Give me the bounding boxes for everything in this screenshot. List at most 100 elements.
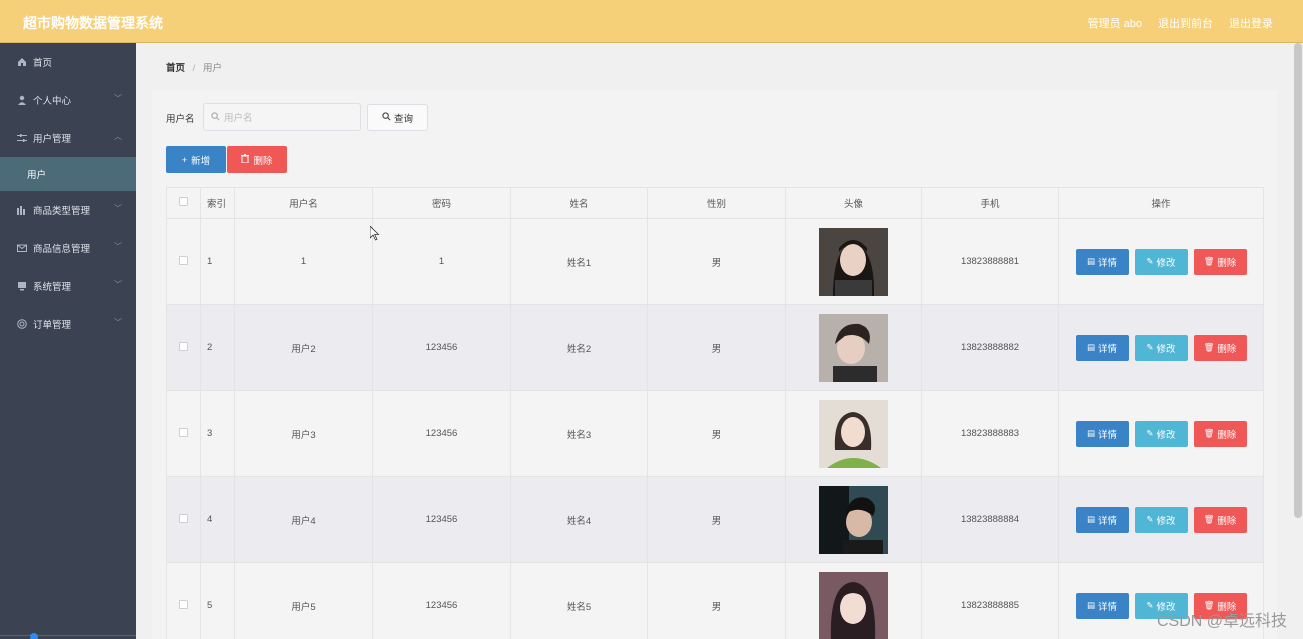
sidebar-item-system[interactable]: 系统管理 ﹀: [0, 267, 136, 305]
column-header-username: 用户名: [234, 187, 373, 219]
table-header-row: 索引 用户名 密码 姓名 性别 头像 手机 操作: [166, 187, 1264, 219]
row-checkbox-cell[interactable]: [166, 476, 201, 563]
detail-button[interactable]: ▤ 详情: [1075, 592, 1129, 619]
search-label: 用户名: [166, 114, 195, 125]
search-input[interactable]: 用户名: [203, 103, 361, 131]
cell-avatar: [785, 476, 922, 563]
logout-link[interactable]: 退出登录: [1229, 15, 1273, 31]
edit-button[interactable]: ✎ 修改: [1134, 248, 1188, 275]
cell-password: 1: [372, 218, 511, 305]
cell-name: 姓名2: [510, 304, 648, 391]
cell-password: 123456: [372, 562, 511, 639]
plus-icon: +: [181, 154, 188, 165]
sidebar-item-product-info[interactable]: 商品信息管理 ﹀: [0, 229, 136, 267]
edit-label: 修改: [1156, 429, 1176, 441]
avatar: [819, 571, 888, 639]
cell-gender: 男: [647, 390, 786, 477]
batch-delete-button[interactable]: 删除: [227, 146, 287, 173]
cell-gender: 男: [647, 476, 786, 563]
delete-button[interactable]: 🗑 删除: [1193, 506, 1247, 533]
delete-button[interactable]: 🗑 删除: [1193, 420, 1247, 447]
select-all-checkbox[interactable]: [179, 197, 188, 206]
sidebar-item-personal-center[interactable]: 个人中心 ﹀: [0, 81, 136, 119]
cell-password: 123456: [372, 476, 511, 563]
edit-button[interactable]: ✎ 修改: [1134, 334, 1188, 361]
row-checkbox-cell[interactable]: [166, 218, 201, 305]
cell-gender: 男: [647, 218, 786, 305]
cell-name: 姓名3: [510, 390, 648, 477]
sidebar: 首页 个人中心 ﹀ 用户管理 ︿ 用户 商品类型管理 ﹀ 商品信息管理 ﹀ 系统…: [0, 43, 136, 639]
breadcrumb: 首页 / 用户: [166, 60, 222, 74]
admin-label: 管理员 abo: [1087, 18, 1142, 30]
row-checkbox[interactable]: [179, 255, 188, 265]
edit-label: 修改: [1156, 257, 1176, 269]
top-bar: 超市购物数据管理系统 管理员 abo 退出到前台 退出登录: [0, 0, 1303, 43]
document-icon: ▤: [1086, 256, 1095, 266]
sidebar-item-orders[interactable]: 订单管理 ﹀: [0, 305, 136, 343]
watermark: CSDN @卓远科技: [1156, 613, 1287, 630]
row-checkbox[interactable]: [179, 513, 188, 523]
delete-button[interactable]: 🗑 删除: [1193, 334, 1247, 361]
page-scrollbar[interactable]: [1293, 43, 1303, 639]
add-button-label: 新增: [191, 155, 211, 167]
cell-index: 3: [200, 390, 235, 477]
column-header-phone: 手机: [921, 187, 1059, 219]
sidebar-item-product-type[interactable]: 商品类型管理 ﹀: [0, 191, 136, 229]
document-icon: ▤: [1086, 428, 1095, 438]
user-icon: [16, 95, 27, 106]
sidebar-scroll-handle[interactable]: [30, 633, 38, 639]
query-button[interactable]: 查询: [367, 104, 428, 131]
edit-button[interactable]: ✎ 修改: [1134, 420, 1188, 447]
sidebar-subitem-user[interactable]: 用户: [0, 157, 136, 191]
add-button[interactable]: + 新增: [166, 146, 226, 173]
cell-phone: 13823888883: [921, 390, 1059, 477]
query-button-label: 查询: [393, 113, 413, 125]
cell-username: 用户3: [234, 390, 373, 477]
sidebar-item-user-management[interactable]: 用户管理 ︿: [0, 119, 136, 157]
cell-actions: ▤ 详情 ✎ 修改 🗑 删除: [1058, 476, 1264, 563]
back-to-home-link[interactable]: 退出到前台: [1158, 15, 1213, 31]
scrollbar-thumb[interactable]: [1294, 43, 1302, 518]
row-checkbox[interactable]: [179, 427, 188, 437]
cell-index: 4: [200, 476, 235, 563]
cell-password: 123456: [372, 304, 511, 391]
edit-button[interactable]: ✎ 修改: [1134, 506, 1188, 533]
main-content: 首页 / 用户 用户名 用户名 查询 + 新增 删除 索引 用户名 密码 姓名 …: [136, 43, 1293, 639]
mail-icon: [16, 243, 27, 254]
cell-username: 用户2: [234, 304, 373, 391]
breadcrumb-home[interactable]: 首页: [166, 63, 185, 74]
select-all-checkbox-cell[interactable]: [166, 187, 201, 219]
column-header-gender: 性别: [647, 187, 786, 219]
cell-gender: 男: [647, 562, 786, 639]
row-checkbox-cell[interactable]: [166, 562, 201, 639]
detail-button[interactable]: ▤ 详情: [1075, 248, 1129, 275]
table-row: 4 用户4 123456 姓名4 男 13823888884 ▤ 详情 ✎ 修改…: [166, 476, 1264, 563]
column-header-password: 密码: [372, 187, 511, 219]
row-checkbox-cell[interactable]: [166, 390, 201, 477]
row-checkbox-cell[interactable]: [166, 304, 201, 391]
header-links: 管理员 abo 退出到前台 退出登录: [1088, 15, 1273, 31]
row-checkbox[interactable]: [179, 341, 188, 351]
sidebar-item-home[interactable]: 首页: [0, 43, 136, 81]
row-checkbox[interactable]: [179, 599, 188, 609]
detail-label: 详情: [1098, 257, 1118, 269]
delete-label: 删除: [1217, 257, 1237, 269]
detail-label: 详情: [1098, 343, 1118, 355]
delete-button[interactable]: 🗑 删除: [1193, 248, 1247, 275]
trash-icon: 🗑: [1203, 342, 1215, 352]
delete-label: 删除: [1217, 343, 1237, 355]
avatar: [819, 399, 888, 468]
cell-index: 1: [200, 218, 235, 305]
detail-button[interactable]: ▤ 详情: [1075, 506, 1129, 533]
column-header-avatar: 头像: [785, 187, 922, 219]
chevron-down-icon: ﹀: [114, 280, 122, 289]
cell-avatar: [785, 218, 922, 305]
chevron-up-icon: ︿: [114, 132, 122, 141]
cell-password: 123456: [372, 390, 511, 477]
detail-button[interactable]: ▤ 详情: [1075, 334, 1129, 361]
cell-index: 5: [200, 562, 235, 639]
detail-button[interactable]: ▤ 详情: [1075, 420, 1129, 447]
cell-name: 姓名5: [510, 562, 648, 639]
sidebar-item-label: 首页: [33, 58, 53, 69]
breadcrumb-current: 用户: [202, 63, 222, 74]
